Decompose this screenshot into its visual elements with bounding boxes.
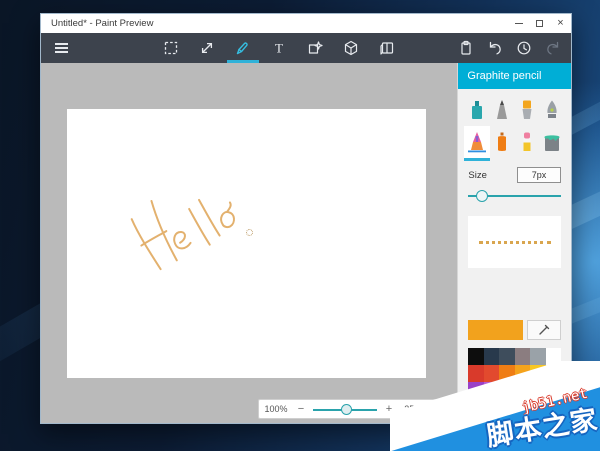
spray-can-icon — [494, 131, 510, 153]
hamburger-icon — [55, 43, 68, 45]
tool-group: T — [81, 33, 451, 63]
undo-icon — [486, 39, 504, 57]
size-value-field[interactable]: 7px — [517, 167, 561, 183]
action-group — [451, 33, 571, 63]
palette-swatch[interactable] — [530, 382, 545, 399]
workspace: 100% − + 2D ⌄ — [41, 63, 457, 423]
palette-swatch[interactable] — [468, 365, 483, 382]
maximize-icon — [536, 20, 543, 27]
palette-swatch[interactable] — [546, 382, 561, 399]
brush-cursor — [246, 229, 253, 236]
brush-graphite-pencil[interactable] — [490, 94, 515, 126]
zoom-level: 100% — [259, 404, 293, 414]
color-palette — [468, 348, 561, 399]
eyedropper-icon — [537, 323, 551, 337]
brushes-panel: Graphite pencil — [457, 63, 571, 423]
desktop-wallpaper: Untitled* - Paint Preview × — [0, 0, 600, 451]
text-icon: T — [270, 39, 288, 57]
fill-can-icon — [542, 131, 562, 153]
brush-grid — [464, 94, 565, 158]
palette-swatch[interactable] — [515, 382, 530, 399]
brush-fill-can[interactable] — [540, 126, 565, 158]
titlebar[interactable]: Untitled* - Paint Preview × — [41, 14, 571, 33]
select-icon — [162, 39, 180, 57]
drawing-canvas[interactable] — [67, 109, 426, 378]
hello-drawing — [125, 181, 275, 291]
paint-preview-window: Untitled* - Paint Preview × — [40, 13, 572, 424]
zoom-in-button[interactable]: + — [381, 403, 397, 415]
view-mode-value[interactable]: 2D — [397, 404, 423, 414]
size-slider-thumb[interactable] — [476, 190, 488, 202]
eyedropper-button[interactable] — [527, 320, 561, 340]
toolbar: T — [41, 33, 571, 63]
paste-icon — [457, 39, 475, 57]
oil-brush-icon — [519, 99, 535, 121]
close-icon: × — [557, 18, 563, 29]
graphite-pencil-icon — [494, 99, 510, 121]
redo-icon — [544, 39, 562, 57]
chevron-down-icon[interactable]: ⌄ — [423, 405, 443, 414]
close-button[interactable]: × — [550, 14, 571, 33]
palette-swatch[interactable] — [499, 382, 514, 399]
undo-button[interactable] — [480, 33, 509, 63]
minimize-icon — [515, 23, 523, 24]
brush-fountain-pen[interactable] — [540, 94, 565, 126]
marker-icon — [469, 99, 485, 121]
3d-tool-button[interactable] — [333, 33, 369, 63]
stroke-preview — [468, 216, 561, 268]
stickers-tool-button[interactable] — [297, 33, 333, 63]
palette-swatch[interactable] — [546, 348, 561, 365]
history-clock-icon — [515, 39, 533, 57]
palette-swatch[interactable] — [515, 348, 530, 365]
zoom-slider-thumb[interactable] — [341, 404, 352, 415]
current-color-swatch[interactable] — [468, 320, 523, 340]
sticker-icon — [306, 39, 324, 57]
palette-swatch[interactable] — [546, 365, 561, 382]
select-tool-button[interactable] — [153, 33, 189, 63]
watercolor-pencil-icon — [466, 130, 488, 154]
palette-swatch[interactable] — [530, 365, 545, 382]
size-slider[interactable] — [468, 189, 561, 203]
palette-swatch[interactable] — [484, 365, 499, 382]
paste-button[interactable] — [451, 33, 480, 63]
maximize-button[interactable] — [529, 14, 550, 33]
zoom-out-button[interactable]: − — [293, 403, 309, 415]
stroke-sample-line — [479, 241, 551, 244]
brush-oil[interactable] — [515, 94, 540, 126]
fountain-pen-icon — [544, 99, 560, 121]
palette-swatch[interactable] — [468, 382, 483, 399]
palette-swatch[interactable] — [484, 382, 499, 399]
zoom-slider[interactable] — [309, 400, 381, 418]
brush-watercolor-selected[interactable] — [464, 126, 489, 158]
panel-next-section — [468, 405, 526, 423]
minimize-button[interactable] — [508, 14, 529, 33]
history-button[interactable] — [509, 33, 538, 63]
menu-button[interactable] — [55, 43, 68, 53]
redo-button[interactable] — [538, 33, 567, 63]
text-tool-button[interactable]: T — [261, 33, 297, 63]
zoom-bar: 100% − + 2D ⌄ — [258, 399, 444, 419]
palette-swatch[interactable] — [515, 365, 530, 382]
palette-swatch[interactable] — [468, 348, 483, 365]
brush-icon — [234, 39, 252, 57]
size-label: Size — [468, 170, 486, 181]
canvas-tool-button[interactable] — [369, 33, 405, 63]
brush-marker[interactable] — [464, 94, 489, 126]
palette-swatch[interactable] — [499, 365, 514, 382]
brush-crayon[interactable] — [515, 126, 540, 158]
window-title: Untitled* - Paint Preview — [41, 18, 508, 29]
panel-header: Graphite pencil — [458, 63, 571, 89]
cube-3d-icon — [342, 39, 360, 57]
svg-text:T: T — [275, 41, 283, 56]
canvas-icon — [378, 39, 396, 57]
palette-swatch[interactable] — [484, 348, 499, 365]
palette-swatch[interactable] — [530, 348, 545, 365]
resize-tool-button[interactable] — [189, 33, 225, 63]
window-controls: × — [508, 14, 571, 33]
brush-spray-can[interactable] — [490, 126, 515, 158]
brushes-tool-button[interactable] — [225, 33, 261, 63]
resize-icon — [198, 39, 216, 57]
crayon-icon — [519, 131, 535, 153]
palette-swatch[interactable] — [499, 348, 514, 365]
